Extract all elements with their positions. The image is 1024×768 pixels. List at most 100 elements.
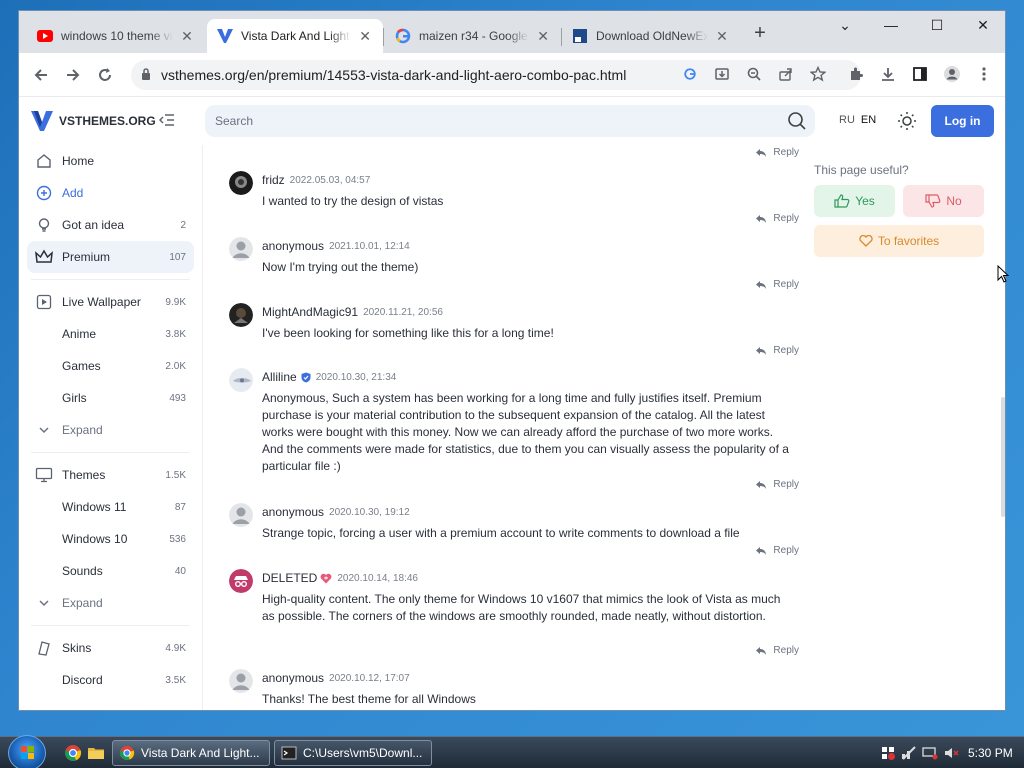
folder-quicklaunch-icon[interactable] [87,744,105,762]
reply-button[interactable]: Reply [755,345,799,356]
taskbar-chrome-window[interactable]: Vista Dark And Light... [112,740,270,766]
sidebar-item-sounds[interactable]: Sounds 40 [19,555,202,587]
tab-youtube[interactable]: windows 10 theme vista ✕ [27,19,207,53]
comment-author[interactable]: DELETED [262,571,317,585]
google-lens-icon[interactable] [679,63,701,85]
side-panel-icon[interactable] [909,63,931,85]
sidebar-item-games[interactable]: Games 2.0K [19,350,202,382]
zoom-icon[interactable] [743,63,765,85]
lang-ru[interactable]: RU [839,114,855,126]
back-button[interactable] [29,63,53,87]
avatar[interactable] [229,569,253,593]
scrollbar-thumb[interactable] [1001,397,1005,517]
forward-button[interactable] [61,63,85,87]
tab-vsthemes[interactable]: Vista Dark And Light Aero ✕ [207,19,383,53]
sidebar-item-idea[interactable]: Got an idea 2 [19,209,202,241]
tab-oldnewexplorer[interactable]: Download OldNewExplorer ✕ [562,19,742,53]
sidebar-item-anime[interactable]: Anime 3.8K [19,318,202,350]
close-icon[interactable]: ✕ [714,28,730,44]
collapse-sidebar-icon[interactable] [158,113,175,130]
minimize-button[interactable]: — [881,17,901,33]
site-logo[interactable]: VSTHEMES.ORG [31,111,156,131]
comment-author[interactable]: Alliline [262,370,297,384]
cmd-icon [281,746,297,760]
comment-author[interactable]: MightAndMagic91 [262,305,358,319]
chrome-quicklaunch-icon[interactable] [64,744,82,762]
close-icon[interactable]: ✕ [357,28,373,44]
taskbar-cmd-window[interactable]: C:\Users\vm5\Downl... [274,740,432,766]
chrome-icon [119,745,135,761]
install-app-icon[interactable] [711,63,733,85]
reload-button[interactable] [93,63,117,87]
reply-label: Reply [773,345,799,356]
avatar[interactable] [229,669,253,693]
avatar[interactable] [229,368,253,392]
reply-button[interactable]: Reply [755,545,799,556]
heart-icon [859,235,873,247]
network-icon[interactable] [901,745,917,761]
avatar[interactable] [229,503,253,527]
comment-author[interactable]: anonymous [262,671,324,685]
sidebar-item-label: Expand [62,423,103,437]
reply-button[interactable]: Reply [755,279,799,290]
page-scrollbar[interactable] [1001,145,1005,710]
display-icon[interactable] [922,745,938,761]
tab-google[interactable]: maizen r34 - Google Search ✕ [385,19,561,53]
profile-icon[interactable] [941,63,963,85]
avatar[interactable] [229,237,253,261]
close-icon[interactable]: ✕ [535,28,551,44]
bookmark-star-icon[interactable] [807,63,829,85]
action-center-flag-icon[interactable] [880,745,896,761]
theme-toggle-icon[interactable] [897,111,917,134]
new-tab-button[interactable]: + [751,23,769,43]
share-icon[interactable] [775,63,797,85]
sidebar-expand-themes[interactable]: Expand [19,587,202,619]
sidebar-item-discord[interactable]: Discord 3.5K [19,664,202,696]
sidebar-item-windows-10[interactable]: Windows 10 536 [19,523,202,555]
menu-icon[interactable] [973,63,995,85]
extensions-icon[interactable] [845,63,867,85]
chevron-down-icon[interactable]: ⌄ [835,17,855,34]
mouse-cursor-icon [997,264,1010,286]
comment-author[interactable]: anonymous [262,505,324,519]
sidebar-expand-wallpaper[interactable]: Expand [19,414,202,446]
reply-icon [756,148,767,157]
search-icon[interactable] [787,111,807,134]
close-window-button[interactable]: ✕ [973,17,993,34]
close-icon[interactable]: ✕ [179,28,195,44]
maximize-button[interactable]: ☐ [927,17,947,34]
sidebar-item-girls[interactable]: Girls 493 [19,382,202,414]
sidebar-item-live-wallpaper[interactable]: Live Wallpaper 9.9K [19,286,202,318]
favorites-button[interactable]: To favorites [814,225,984,257]
sidebar-item-skins[interactable]: Skins 4.9K [19,632,202,664]
avatar[interactable] [229,303,253,327]
vote-yes-button[interactable]: Yes [814,185,895,217]
sidebar-item-label: Premium [62,250,111,264]
sidebar-item-themes[interactable]: Themes 1.5K [19,459,202,491]
clock[interactable]: 5:30 PM [968,746,1013,760]
reply-label: Reply [773,279,799,290]
search-input[interactable]: Search [205,105,815,137]
download-icon[interactable] [877,63,899,85]
reply-button[interactable]: Reply [755,147,799,158]
reply-button[interactable]: Reply [755,645,799,656]
sidebar-item-premium[interactable]: Premium 107 [27,241,194,273]
sidebar-item-windows-11[interactable]: Windows 11 87 [19,491,202,523]
volume-muted-icon[interactable] [943,745,959,761]
start-button[interactable] [8,735,46,768]
vote-no-button[interactable]: No [903,185,984,217]
sidebar-item-count: 4.9K [165,642,186,654]
sidebar-item-home[interactable]: Home [19,145,202,177]
comment-author[interactable]: anonymous [262,239,324,253]
sidebar-item-add[interactable]: Add [19,177,202,209]
lang-en[interactable]: EN [861,114,876,126]
reply-button[interactable]: Reply [755,479,799,490]
reply-label: Reply [773,479,799,490]
site-header: VSTHEMES.ORG Search RU EN Log in [19,97,1005,145]
reply-button[interactable]: Reply [755,213,799,224]
sidebar-item-count: 9.9K [165,296,186,308]
avatar[interactable] [229,171,253,195]
comment-author[interactable]: fridz [262,173,285,187]
login-button[interactable]: Log in [931,105,994,137]
tab-separator [383,28,384,46]
